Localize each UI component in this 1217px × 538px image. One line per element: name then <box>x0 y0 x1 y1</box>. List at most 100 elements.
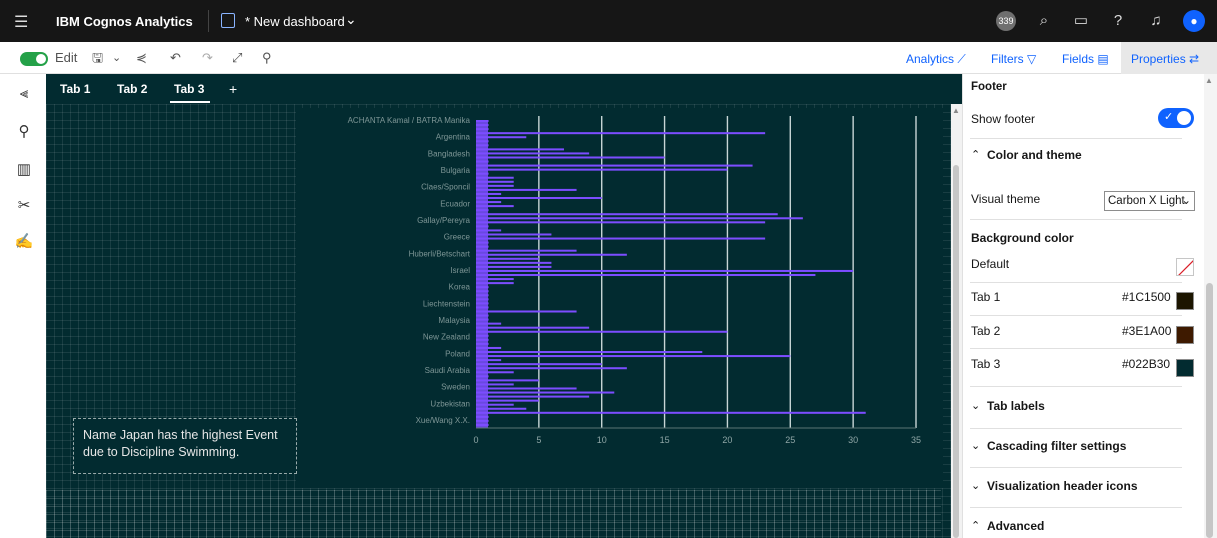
category-label: Uzbekistan <box>430 399 470 408</box>
x-tick-label: 15 <box>660 435 670 445</box>
search-icon[interactable]: ⌕ <box>1033 10 1055 32</box>
bar <box>476 355 791 358</box>
x-tick-label: 20 <box>722 435 732 445</box>
category-label: Huberli/Betschart <box>409 249 471 258</box>
top-bar: ☰ IBM Cognos Analytics * New dashboard ⌄… <box>0 0 1217 42</box>
scroll-up-icon[interactable]: ▲ <box>952 106 960 115</box>
bar <box>476 367 627 370</box>
properties-icon: ⇄ <box>1189 52 1200 66</box>
chat-icon[interactable]: ▭ <box>1070 10 1092 32</box>
tab-2[interactable]: Tab 2 <box>117 80 147 98</box>
bar <box>476 164 753 167</box>
visual-theme-value: Carbon X Light <box>1108 195 1185 207</box>
fullscreen-icon[interactable]: ⤢ <box>232 48 242 68</box>
text-widget[interactable]: Name Japan has the highest Event due to … <box>73 418 297 474</box>
bar <box>476 274 816 277</box>
share-icon[interactable]: ⋞ <box>136 48 147 68</box>
help-icon[interactable]: ? <box>1107 10 1129 32</box>
category-label: New Zealand <box>423 333 470 342</box>
save-chevron-icon[interactable]: ⌄ <box>112 48 121 68</box>
hamburger-menu-icon[interactable]: ☰ <box>14 12 28 32</box>
divider <box>970 138 1182 139</box>
active-tab-indicator <box>170 101 210 103</box>
visualization-header-icons-section[interactable]: Visualization header icons <box>987 477 1138 495</box>
properties-scroll-thumb[interactable] <box>1206 283 1213 538</box>
category-label: Greece <box>444 233 471 242</box>
bar <box>476 351 703 354</box>
fields-button[interactable]: Fields ▤ <box>1062 50 1109 68</box>
add-tab-button[interactable]: + <box>229 80 237 98</box>
category-label: Xue/Wang X.X. <box>416 416 470 425</box>
x-tick-label: 0 <box>473 435 478 445</box>
category-label: Israel <box>450 266 470 275</box>
chevron-down-icon[interactable]: ⌄ <box>971 397 980 415</box>
x-tick-label: 5 <box>536 435 541 445</box>
chevron-down-icon[interactable]: ⌄ <box>345 11 357 28</box>
tab-2-color-swatch[interactable] <box>1176 326 1194 344</box>
filters-button[interactable]: Filters ▽ <box>991 50 1036 68</box>
bar <box>476 310 577 313</box>
visual-theme-label: Visual theme <box>971 192 1041 206</box>
chevron-up-icon[interactable]: ⌃ <box>971 146 980 164</box>
x-tick-label: 35 <box>911 435 921 445</box>
pin-icon[interactable]: ⚲ <box>14 122 34 142</box>
category-label: Liechtenstein <box>423 299 470 308</box>
navigation-tree-icon[interactable]: ⫷ <box>14 84 34 104</box>
analytics-button[interactable]: Analytics ⟋ <box>906 50 966 68</box>
advanced-section[interactable]: Advanced <box>987 517 1044 535</box>
bar <box>476 411 866 414</box>
tab-3-color-swatch[interactable] <box>1176 359 1194 377</box>
notification-count-badge[interactable]: 339 <box>996 11 1016 31</box>
cascading-filter-section[interactable]: Cascading filter settings <box>987 437 1126 455</box>
tab-1-color-hex: #1C1500 <box>1122 290 1171 304</box>
bar <box>476 249 577 252</box>
chevron-down-icon[interactable]: ⌄ <box>971 437 980 455</box>
bar-chart-widget[interactable]: 0 5 10 15 20 25 30 35 ACHANTA Kamal / BATRA Mani… <box>296 108 943 488</box>
divider <box>970 386 1182 387</box>
check-icon: ✓ <box>1164 111 1174 123</box>
chevron-up-icon[interactable]: ⌃ <box>971 517 980 535</box>
bar <box>476 253 627 256</box>
edit-mode-toggle[interactable] <box>20 52 48 66</box>
tab-labels-section[interactable]: Tab labels <box>987 397 1045 415</box>
dashboard-icon <box>221 13 235 28</box>
bar <box>476 363 602 366</box>
filters-label: Filters <box>991 52 1024 66</box>
default-color-swatch[interactable] <box>1176 258 1194 276</box>
bar <box>476 213 778 216</box>
canvas-scroll-thumb[interactable] <box>953 165 959 538</box>
scroll-up-icon[interactable]: ▲ <box>1205 76 1213 85</box>
background-color-heading: Background color <box>971 231 1074 245</box>
category-label: Korea <box>449 283 471 292</box>
x-tick-label: 10 <box>597 435 607 445</box>
bar <box>476 326 590 329</box>
category-label: Bulgaria <box>441 166 471 175</box>
user-avatar-icon[interactable]: ● <box>1183 10 1205 32</box>
category-label: Malaysia <box>438 316 470 325</box>
properties-button[interactable]: Properties ⇄ <box>1131 50 1199 68</box>
dashboard-name[interactable]: * New dashboard <box>245 14 345 29</box>
pin-icon[interactable]: ⚲ <box>262 48 272 68</box>
category-label: Claes/Sponcil <box>421 183 470 192</box>
save-icon[interactable]: 🖫 <box>92 48 103 68</box>
tab-1-color-swatch[interactable] <box>1176 292 1194 310</box>
show-footer-toggle[interactable]: ✓ <box>1158 108 1194 128</box>
insight-text: Name Japan has the highest Event due to … <box>83 428 278 459</box>
redo-icon[interactable]: ↷ <box>202 48 213 68</box>
tab-1[interactable]: Tab 1 <box>60 80 90 98</box>
show-footer-label: Show footer <box>971 112 1036 126</box>
divider <box>970 467 1182 468</box>
divider <box>208 10 209 32</box>
color-theme-heading[interactable]: Color and theme <box>987 146 1082 164</box>
chevron-down-icon[interactable]: ⌄ <box>971 477 980 495</box>
visualizations-icon[interactable]: ▥ <box>14 160 34 180</box>
bar <box>476 391 615 394</box>
bell-icon[interactable]: ♫ <box>1145 10 1167 32</box>
widgets-icon[interactable]: ✂ <box>14 196 34 216</box>
assistant-icon[interactable]: ✍ <box>14 232 34 252</box>
visual-theme-select[interactable]: Carbon X Light ⌄ <box>1104 191 1195 211</box>
divider <box>970 428 1182 429</box>
undo-icon[interactable]: ↶ <box>170 48 181 68</box>
bar <box>476 217 803 220</box>
tab-3[interactable]: Tab 3 <box>174 80 204 98</box>
